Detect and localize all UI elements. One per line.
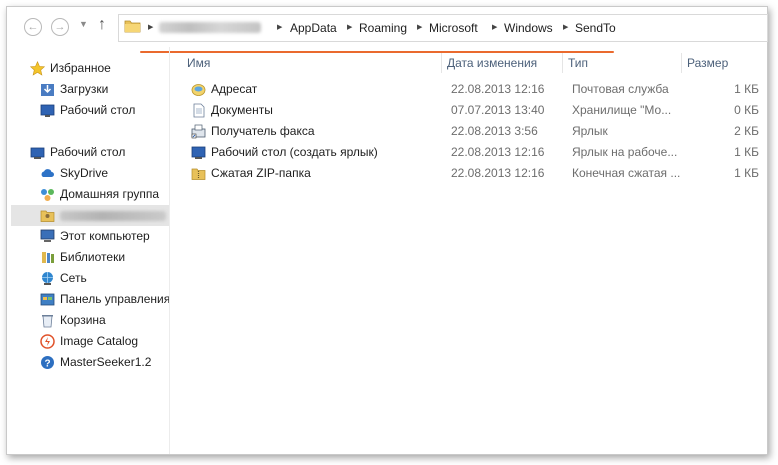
file-name: Получатель факса bbox=[211, 124, 315, 138]
column-header-name[interactable]: Имя bbox=[182, 53, 442, 73]
file-date: 22.08.2013 12:16 bbox=[451, 145, 545, 159]
fax-icon bbox=[191, 124, 206, 139]
sidebar-item-label: Корзина bbox=[60, 313, 106, 327]
star-icon bbox=[30, 61, 45, 76]
breadcrumb-chevron-icon[interactable]: ▶ bbox=[277, 23, 282, 31]
back-button[interactable]: ← bbox=[24, 18, 42, 36]
file-row-zip-folder[interactable]: Сжатая ZIP-папка 22.08.2013 12:16 Конечн… bbox=[186, 163, 767, 184]
file-name: Документы bbox=[211, 103, 273, 117]
sidebar-item-label: Сеть bbox=[60, 271, 87, 285]
computer-icon bbox=[40, 229, 55, 242]
file-list: Имя Дата изменения Тип Размер Адресат 22… bbox=[170, 47, 767, 454]
breadcrumb-roaming[interactable]: Roaming bbox=[359, 21, 407, 35]
skydrive-icon bbox=[41, 169, 54, 177]
sidebar-item-label: Рабочий стол bbox=[50, 145, 126, 159]
zip-folder-icon bbox=[191, 168, 206, 180]
file-type: Хранилище "Мо... bbox=[572, 103, 672, 117]
column-header-size[interactable]: Размер bbox=[682, 53, 768, 73]
forward-button[interactable]: → bbox=[51, 18, 69, 36]
breadcrumb-chevron-icon[interactable]: ▶ bbox=[563, 23, 568, 31]
file-date: 22.08.2013 12:16 bbox=[451, 82, 545, 96]
desktop-icon bbox=[40, 104, 55, 117]
column-header-date[interactable]: Дата изменения bbox=[442, 53, 563, 73]
explorer-window: ← → ▼ ↑ ▶ ▶ AppData ▶ Roaming ▶ Microsof… bbox=[6, 6, 768, 455]
file-type: Конечная сжатая ... bbox=[572, 166, 681, 180]
breadcrumb-sendto[interactable]: SendTo bbox=[575, 21, 616, 35]
file-type: Почтовая служба bbox=[572, 82, 669, 96]
folder-icon bbox=[124, 20, 141, 33]
breadcrumb-windows[interactable]: Windows bbox=[504, 21, 553, 35]
up-button[interactable]: ↑ bbox=[98, 16, 106, 34]
file-type: Ярлык bbox=[572, 124, 608, 138]
file-size: 1 КБ bbox=[734, 166, 759, 180]
file-row-desktop-shortcut[interactable]: Рабочий стол (создать ярлык) 22.08.2013 … bbox=[186, 142, 767, 163]
desktop-icon bbox=[191, 146, 206, 159]
column-header-type[interactable]: Тип bbox=[563, 53, 682, 73]
image-catalog-icon bbox=[40, 334, 55, 349]
breadcrumb-chevron-icon[interactable]: ▶ bbox=[492, 23, 497, 31]
navigation-bar: ← → ▼ ↑ ▶ ▶ AppData ▶ Roaming ▶ Microsof… bbox=[7, 7, 768, 53]
breadcrumb-appdata[interactable]: AppData bbox=[290, 21, 337, 35]
file-date: 22.08.2013 12:16 bbox=[451, 166, 545, 180]
sidebar-item-label: Рабочий стол bbox=[60, 103, 136, 117]
sidebar-item-label: MasterSeeker1.2 bbox=[60, 355, 152, 369]
sidebar-item-label: Домашняя группа bbox=[60, 187, 160, 201]
sidebar-item-label: Библиотеки bbox=[60, 250, 126, 264]
desktop-icon bbox=[30, 147, 45, 159]
svg-text:?: ? bbox=[44, 359, 50, 370]
sidebar-item-label: Избранное bbox=[50, 61, 111, 75]
file-date: 07.07.2013 13:40 bbox=[451, 103, 545, 117]
mail-recipient-icon bbox=[191, 84, 206, 96]
file-row-documents[interactable]: Документы 07.07.2013 13:40 Хранилище "Мо… bbox=[186, 100, 767, 121]
breadcrumb-chevron-icon[interactable]: ▶ bbox=[148, 23, 153, 31]
breadcrumb-chevron-icon[interactable]: ▶ bbox=[347, 23, 352, 31]
sidebar-item-label: Панель управления bbox=[60, 292, 171, 306]
blurred-username bbox=[60, 211, 166, 221]
breadcrumb-microsoft[interactable]: Microsoft bbox=[429, 21, 478, 35]
breadcrumb-chevron-icon[interactable]: ▶ bbox=[417, 23, 422, 31]
downloads-icon bbox=[41, 84, 54, 96]
file-name: Рабочий стол (создать ярлык) bbox=[211, 145, 378, 159]
file-size: 0 КБ bbox=[734, 103, 759, 117]
file-type: Ярлык на рабоче... bbox=[572, 145, 678, 159]
file-date: 22.08.2013 3:56 bbox=[451, 124, 538, 138]
sidebar-item-label: Загрузки bbox=[60, 82, 109, 96]
homegroup-icon bbox=[41, 189, 54, 201]
file-row-mail-recipient[interactable]: Адресат 22.08.2013 12:16 Почтовая служба… bbox=[186, 79, 767, 100]
recent-locations-button[interactable]: ▼ bbox=[79, 19, 88, 29]
file-size: 2 КБ bbox=[734, 124, 759, 138]
blurred-username bbox=[159, 22, 261, 33]
navigation-pane: Избранное Загрузки Рабочий стол Рабочий … bbox=[7, 47, 171, 454]
help-icon: ? bbox=[41, 356, 54, 370]
file-row-fax-recipient[interactable]: Получатель факса 22.08.2013 3:56 Ярлык 2… bbox=[186, 121, 767, 142]
control-panel-icon bbox=[40, 293, 55, 306]
address-bar[interactable]: ▶ ▶ AppData ▶ Roaming ▶ Microsoft ▶ Wind… bbox=[118, 14, 768, 42]
user-folder-icon bbox=[40, 210, 55, 222]
documents-icon bbox=[193, 103, 205, 118]
file-size: 1 КБ bbox=[734, 82, 759, 96]
file-size: 1 КБ bbox=[734, 145, 759, 159]
sidebar-item-label: Этот компьютер bbox=[60, 229, 150, 243]
sidebar-item-label: Image Catalog bbox=[60, 334, 139, 348]
file-name: Сжатая ZIP-папка bbox=[211, 166, 311, 180]
sidebar-item-label: SkyDrive bbox=[60, 166, 109, 180]
network-icon bbox=[42, 272, 53, 285]
libraries-icon bbox=[42, 252, 54, 263]
file-name: Адресат bbox=[211, 82, 258, 96]
recycle-bin-icon bbox=[42, 315, 53, 328]
